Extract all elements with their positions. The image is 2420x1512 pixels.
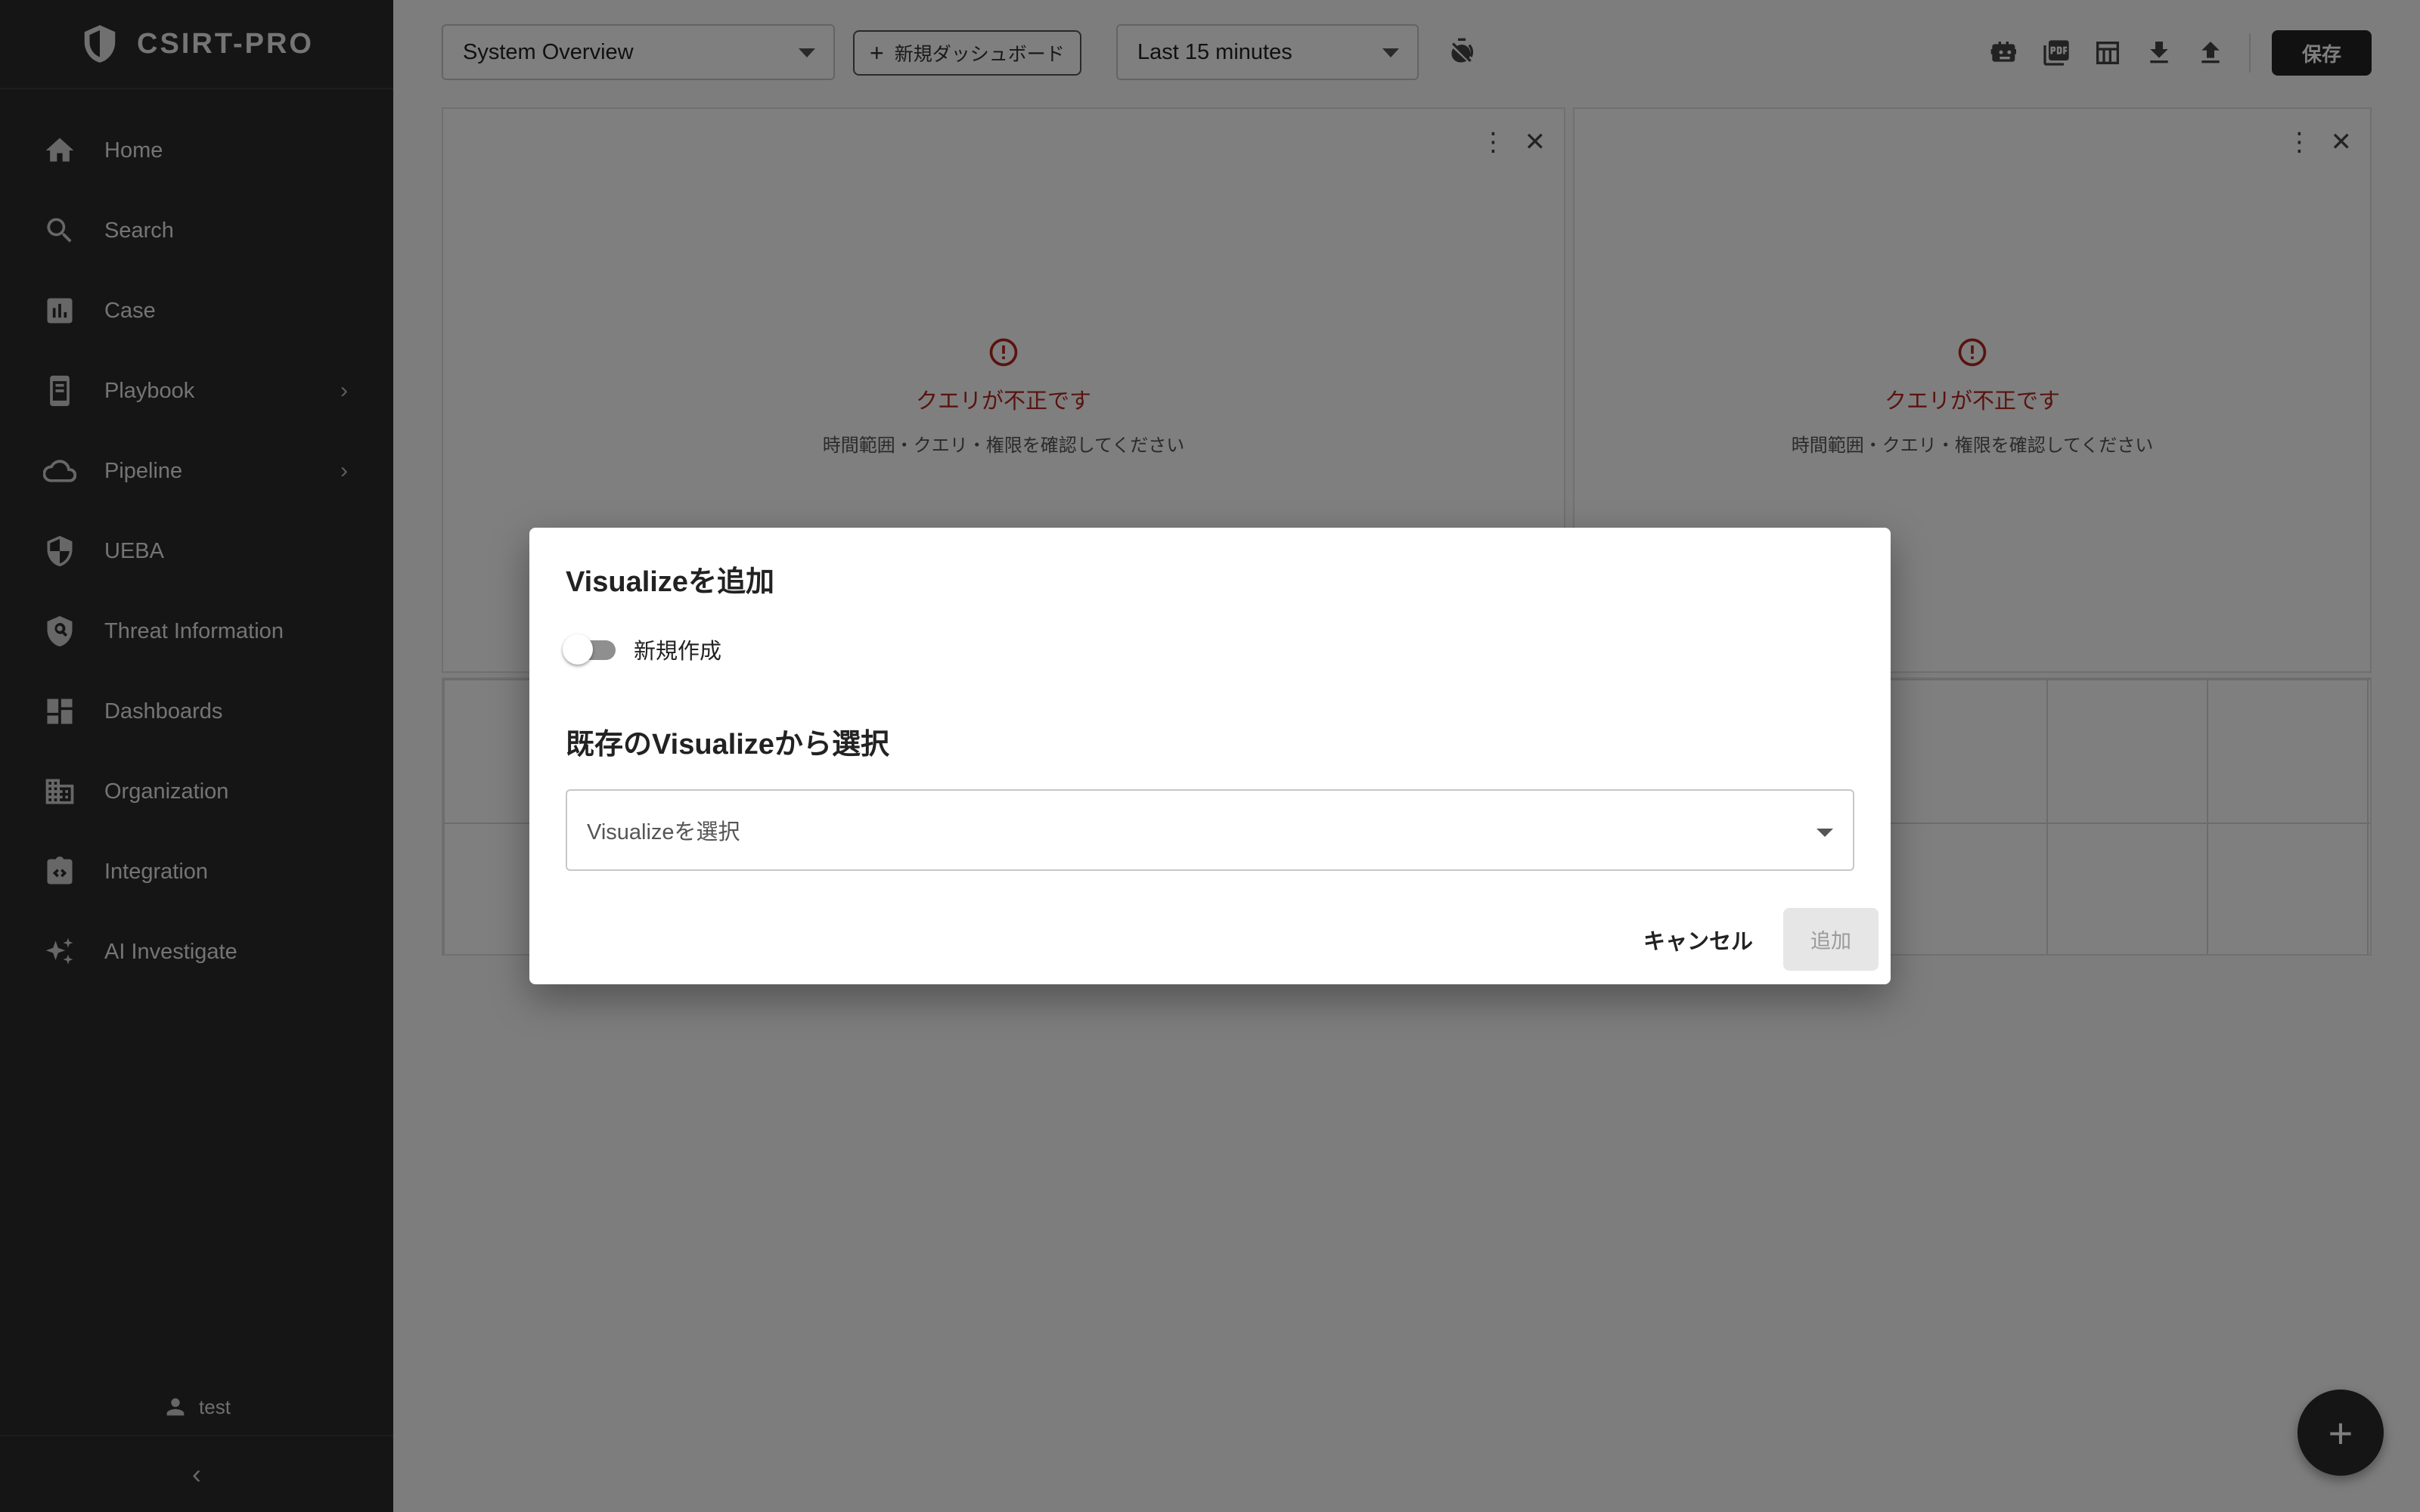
dialog-actions: キャンセル 追加 [1637,908,1879,971]
visualize-select-placeholder: Visualizeを選択 [587,820,740,844]
new-create-toggle-row: 新規作成 [563,634,721,665]
dialog-title: Visualizeを追加 [566,566,774,598]
add-button[interactable]: 追加 [1783,908,1879,971]
section-title: 既存のVisualizeから選択 [566,729,889,761]
toggle-label: 新規作成 [634,640,722,664]
toggle-thumb [563,634,593,665]
cancel-button[interactable]: キャンセル [1637,915,1759,965]
new-create-toggle[interactable] [563,634,617,665]
dropdown-caret-icon [1817,829,1833,837]
visualize-select[interactable]: Visualizeを選択 [566,789,1854,871]
add-visualize-dialog: Visualizeを追加 新規作成 既存のVisualizeから選択 Visua… [529,528,1891,984]
